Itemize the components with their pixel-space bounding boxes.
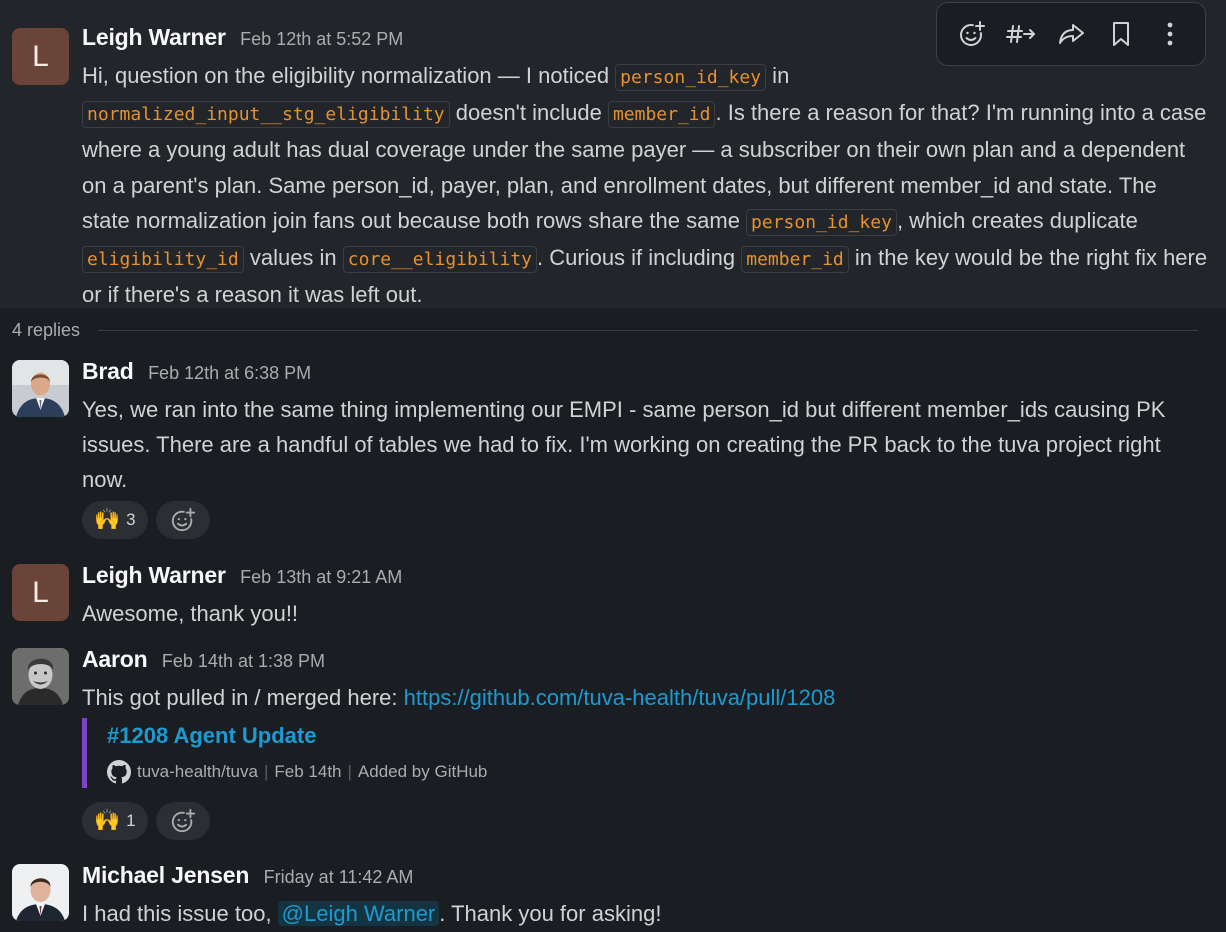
separator: |	[347, 762, 352, 781]
reply-message[interactable]: Michael Jensen Friday at 11:42 AM I had …	[0, 856, 1226, 932]
message-header: Michael Jensen Friday at 11:42 AM	[82, 862, 1210, 890]
message-header: Aaron Feb 14th at 1:38 PM	[82, 646, 1210, 674]
inline-code: eligibility_id	[82, 246, 244, 274]
message-text: I had this issue too, @Leigh Warner. Tha…	[82, 896, 1210, 931]
inline-code: person_id_key	[615, 64, 767, 91]
text-segment: I had this issue too,	[82, 901, 278, 926]
inline-code: member_id	[741, 246, 849, 274]
reaction-pill[interactable]: 🙌 3	[82, 501, 148, 539]
reply-count: 4 replies	[12, 319, 81, 340]
unfurl-title[interactable]: #1208 Agent Update	[107, 718, 487, 754]
save-button[interactable]	[1103, 16, 1139, 52]
add-reaction-icon	[959, 20, 986, 46]
reaction-count: 3	[126, 510, 136, 529]
raised-hands-emoji: 🙌	[94, 809, 121, 832]
add-reaction-button[interactable]	[155, 501, 210, 539]
reply-in-channel-button[interactable]	[1003, 16, 1039, 52]
link-unfurl: #1208 Agent Update tuva-health/tuva | Fe…	[82, 718, 487, 788]
reply-message[interactable]: Brad Feb 12th at 6:38 PM Yes, we ran int…	[0, 348, 1226, 548]
text-segment: Hi, question on the eligibility normaliz…	[82, 63, 616, 88]
replies-divider: 4 replies	[12, 312, 1198, 348]
user-mention[interactable]: @Leigh Warner	[277, 901, 440, 926]
add-reaction-icon	[171, 507, 196, 532]
add-reaction-icon	[171, 808, 196, 833]
text-segment: doesn't include	[449, 100, 608, 126]
unfurl-source: Added by GitHub	[357, 762, 488, 781]
text-segment: values in	[243, 245, 343, 271]
message-actions-toolbar	[936, 2, 1206, 66]
timestamp[interactable]: Feb 14th at 1:38 PM	[162, 651, 325, 671]
avatar-letter: L	[32, 575, 49, 609]
reactions-bar: 🙌 1	[82, 802, 210, 840]
repo-name: tuva-health/tuva	[137, 762, 258, 781]
avatar[interactable]: L	[12, 28, 69, 85]
timestamp[interactable]: Friday at 11:42 AM	[264, 867, 414, 887]
reaction-pill[interactable]: 🙌 1	[82, 802, 148, 840]
text-segment: . Thank you for asking!	[439, 901, 662, 926]
unfurl-date: Feb 14th	[274, 762, 342, 781]
share-icon	[1058, 24, 1084, 44]
more-icon	[1167, 22, 1173, 46]
author-name[interactable]: Leigh Warner	[82, 24, 226, 50]
parent-message[interactable]: L Leigh Warner Feb 12th at 5:52 PM Hi, q…	[0, 0, 1226, 308]
github-icon	[107, 760, 131, 784]
avatar[interactable]: L	[12, 564, 69, 621]
reaction-count: 1	[126, 811, 136, 830]
timestamp[interactable]: Feb 13th at 9:21 AM	[240, 567, 402, 587]
add-reaction-button[interactable]	[954, 16, 990, 52]
author-name[interactable]: Aaron	[82, 646, 148, 672]
reply-in-channel-icon	[1006, 25, 1036, 43]
message-text: Awesome, thank you!!	[82, 601, 299, 626]
bookmark-icon	[1112, 22, 1129, 46]
message-text: Yes, we ran into the same thing implemen…	[82, 397, 1166, 493]
timestamp[interactable]: Feb 12th at 6:38 PM	[148, 363, 311, 383]
more-actions-button[interactable]	[1152, 16, 1188, 52]
reply-message[interactable]: L Leigh Warner Feb 13th at 9:21 AM Aweso…	[0, 556, 1226, 636]
divider-line	[98, 329, 1198, 331]
add-reaction-button[interactable]	[155, 802, 210, 840]
inline-code: member_id	[607, 101, 716, 129]
text-segment: . Curious if including	[537, 245, 742, 271]
avatar-photo	[12, 360, 69, 417]
avatar-letter: L	[32, 39, 49, 73]
text-segment: in	[766, 63, 790, 88]
message-header: Leigh Warner Feb 13th at 9:21 AM	[82, 562, 1210, 590]
avatar-photo	[12, 864, 69, 921]
inline-code: person_id_key	[746, 208, 897, 236]
avatar[interactable]	[12, 648, 69, 705]
unfurl-meta: tuva-health/tuva | Feb 14th | Added by G…	[107, 760, 487, 784]
author-name[interactable]: Michael Jensen	[82, 862, 249, 888]
thread-view: L Leigh Warner Feb 12th at 5:52 PM Hi, q…	[0, 0, 1226, 932]
message-text: This got pulled in / merged here: https:…	[82, 680, 1210, 715]
pr-link[interactable]: https://github.com/tuva-health/tuva/pull…	[404, 685, 836, 710]
avatar[interactable]	[12, 864, 69, 921]
avatar[interactable]	[12, 360, 69, 417]
avatar-photo	[12, 648, 69, 705]
inline-code: core__eligibility	[342, 246, 538, 274]
raised-hands-emoji: 🙌	[94, 508, 121, 531]
timestamp[interactable]: Feb 12th at 5:52 PM	[240, 29, 403, 49]
message-header: Brad Feb 12th at 6:38 PM	[82, 358, 1210, 386]
reactions-bar: 🙌 3	[82, 501, 210, 539]
author-name[interactable]: Leigh Warner	[82, 562, 226, 588]
text-segment: This got pulled in / merged here:	[82, 685, 404, 710]
share-button[interactable]	[1053, 16, 1089, 52]
separator: |	[263, 762, 269, 781]
message-text: Hi, question on the eligibility normaliz…	[82, 58, 1210, 312]
text-segment: , which creates duplicate	[896, 207, 1138, 233]
author-name[interactable]: Brad	[82, 358, 134, 384]
inline-code: normalized_input__stg_eligibility	[82, 101, 450, 129]
